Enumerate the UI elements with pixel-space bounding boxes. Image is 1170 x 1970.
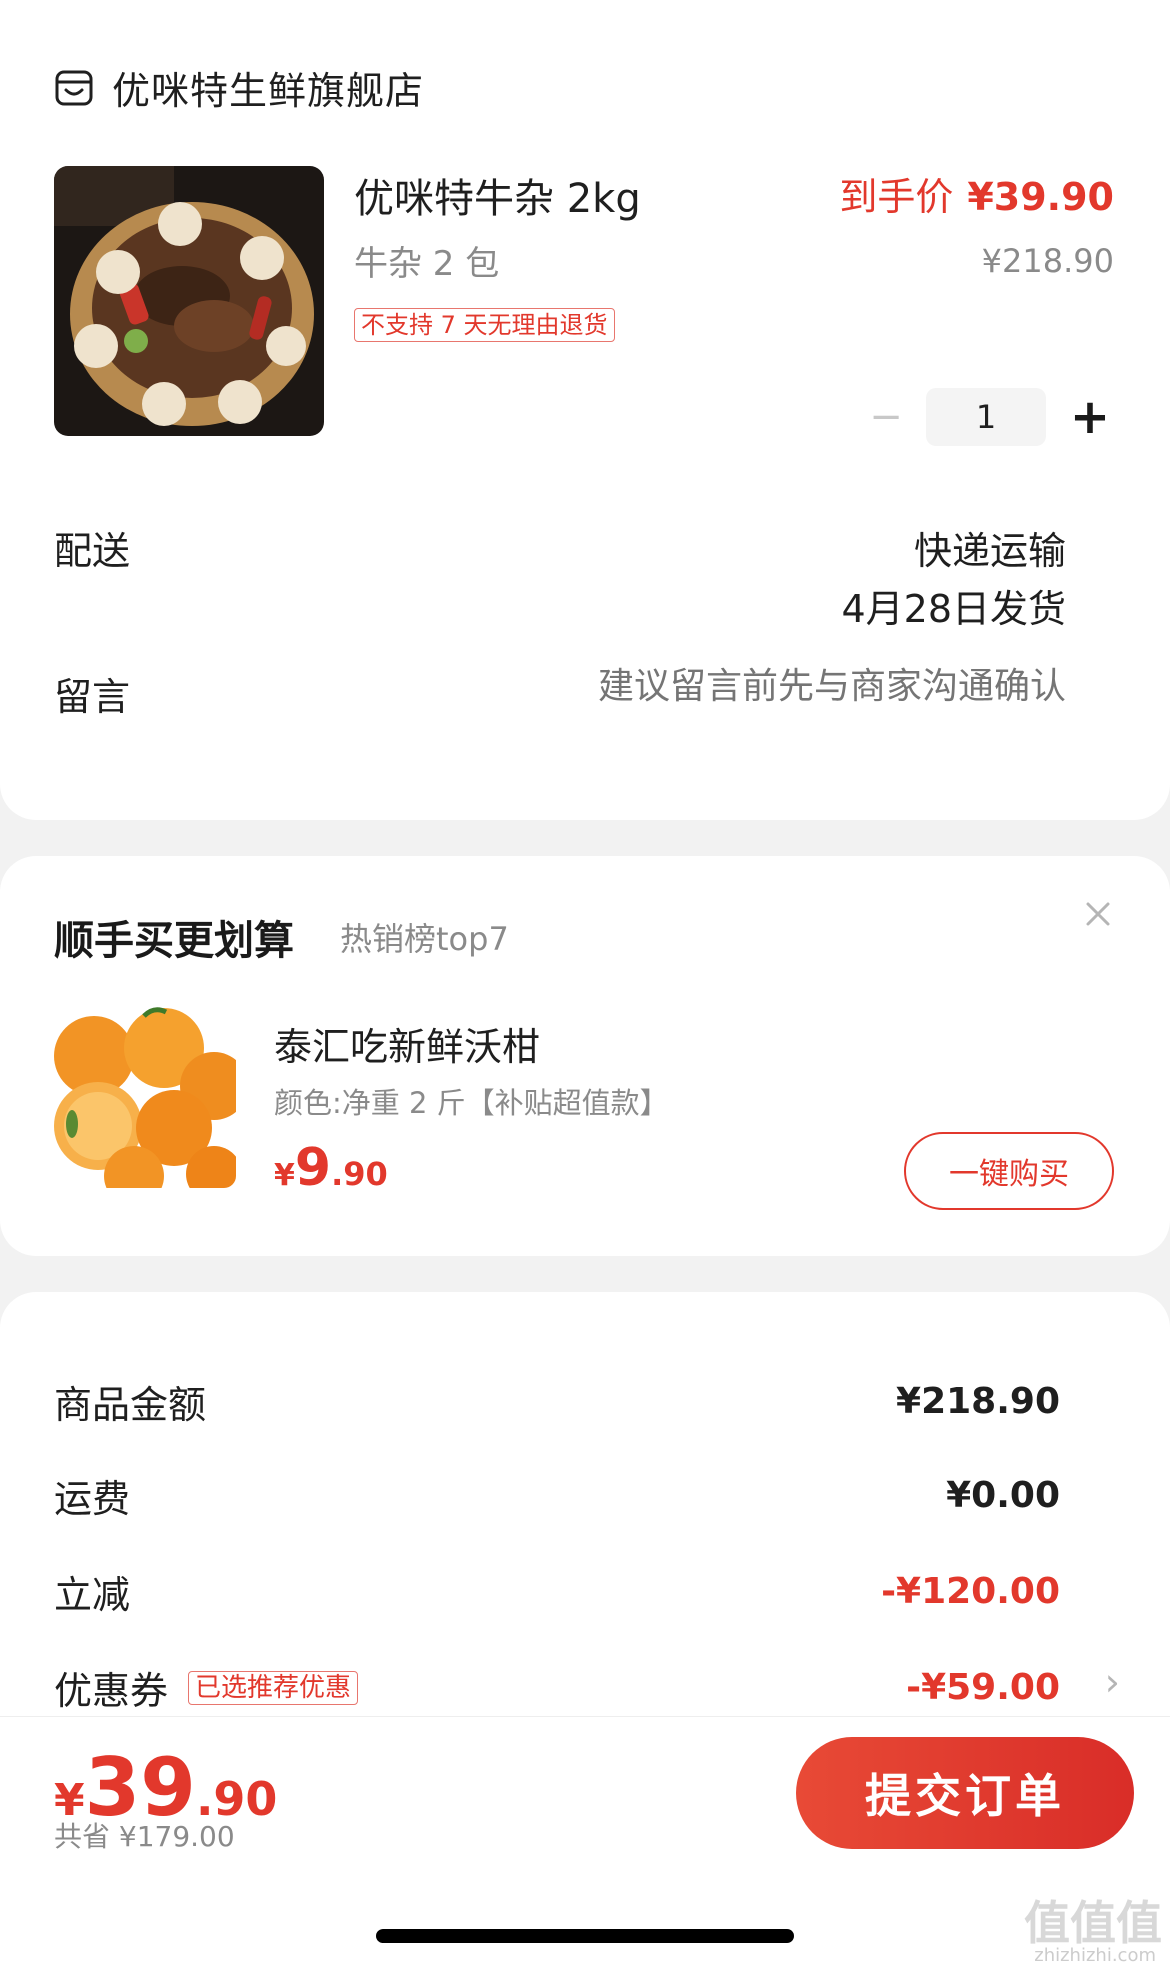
one-click-buy-button[interactable]: 一键购买 — [904, 1132, 1114, 1210]
message-label: 留言 — [54, 675, 131, 719]
upsell-product-spec: 颜色:净重 2 斤【补贴超值款】 — [274, 1086, 669, 1120]
decrease-quantity-button[interactable]: − — [858, 389, 914, 445]
order-card: 优咪特生鲜旗舰店 优咪特牛杂 2kg 牛杂 2 包 不支持 7 天无理由退货 到… — [0, 0, 1170, 820]
upsell-price-currency: ¥ — [274, 1158, 295, 1193]
quantity-stepper: − 1 + — [858, 388, 1118, 446]
message-input[interactable] — [466, 666, 1066, 707]
quantity-input[interactable]: 1 — [926, 388, 1046, 446]
upsell-price-int: 9 — [294, 1138, 332, 1198]
coupon-value: -¥59.00 — [906, 1667, 1060, 1708]
watermark-url: zhizhizhi.com — [1034, 1945, 1156, 1966]
product-image[interactable] — [54, 166, 324, 436]
upsell-product-name[interactable]: 泰汇吃新鲜沃柑 — [274, 1016, 540, 1071]
final-price: 到手价 ¥39.90 — [839, 166, 1114, 221]
product-spec: 牛杂 2 包 — [354, 244, 500, 284]
coupon-label: 优惠券 — [54, 1669, 169, 1713]
summary-row: 商品金额 ¥218.90 — [54, 1374, 1060, 1429]
delivery-ship-date: 4月28日发货 — [841, 587, 1066, 631]
upsell-card: 顺手买更划算 热销榜top7 泰汇吃新鲜沃柑 颜色:净重 2 斤【补贴超值款】 … — [0, 856, 1170, 1256]
submit-order-button[interactable]: 提交订单 — [796, 1737, 1134, 1849]
summary-value: ¥0.00 — [946, 1475, 1060, 1516]
store-header[interactable]: 优咪特生鲜旗舰店 — [54, 60, 424, 115]
home-indicator[interactable] — [376, 1929, 794, 1943]
summary-value: ¥218.90 — [896, 1381, 1060, 1422]
watermark-logo: 值值值 — [1024, 1896, 1162, 1950]
return-policy-tag: 不支持 7 天无理由退货 — [354, 308, 615, 342]
upsell-price: ¥9.90 — [274, 1138, 388, 1198]
store-icon — [55, 70, 93, 105]
delivery-label: 配送 — [54, 529, 131, 573]
upsell-subtitle: 热销榜top7 — [340, 920, 509, 958]
delivery-method: 快递运输 — [913, 529, 1066, 573]
increase-quantity-button[interactable]: + — [1062, 389, 1118, 445]
upsell-title: 顺手买更划算 — [54, 918, 294, 964]
original-price: ¥218.90 — [981, 242, 1114, 280]
final-price-label: 到手价 — [839, 175, 954, 219]
summary-label: 运费 — [54, 1477, 131, 1521]
bottom-bar: ¥39.90 共省 ¥179.00 提交订单 值值值 zhizhizhi.com — [0, 1716, 1170, 1970]
upsell-price-dec: .90 — [331, 1155, 388, 1193]
final-price-value: ¥39.90 — [967, 175, 1114, 219]
store-name: 优咪特生鲜旗舰店 — [112, 69, 425, 113]
product-title[interactable]: 优咪特牛杂 2kg — [354, 166, 641, 224]
price-summary-card: 商品金额 ¥218.90 运费 ¥0.00 立减 -¥120.00 优惠券 已选… — [0, 1292, 1170, 1752]
summary-row: 运费 ¥0.00 — [54, 1468, 1060, 1523]
coupon-row[interactable]: 优惠券 已选推荐优惠 -¥59.00 — [54, 1660, 1060, 1715]
upsell-product-image[interactable] — [54, 1006, 236, 1188]
summary-row: 立减 -¥120.00 — [54, 1564, 1060, 1619]
summary-label: 商品金额 — [54, 1383, 207, 1427]
summary-value: -¥120.00 — [881, 1571, 1060, 1612]
coupon-recommend-tag: 已选推荐优惠 — [188, 1670, 359, 1705]
total-saved: 共省 ¥179.00 — [54, 1820, 235, 1853]
coupon-label-group: 优惠券 已选推荐优惠 — [54, 1660, 359, 1715]
close-icon[interactable] — [1076, 892, 1120, 936]
summary-label: 立减 — [54, 1573, 131, 1617]
chevron-right-icon[interactable]: › — [1105, 1660, 1120, 1704]
